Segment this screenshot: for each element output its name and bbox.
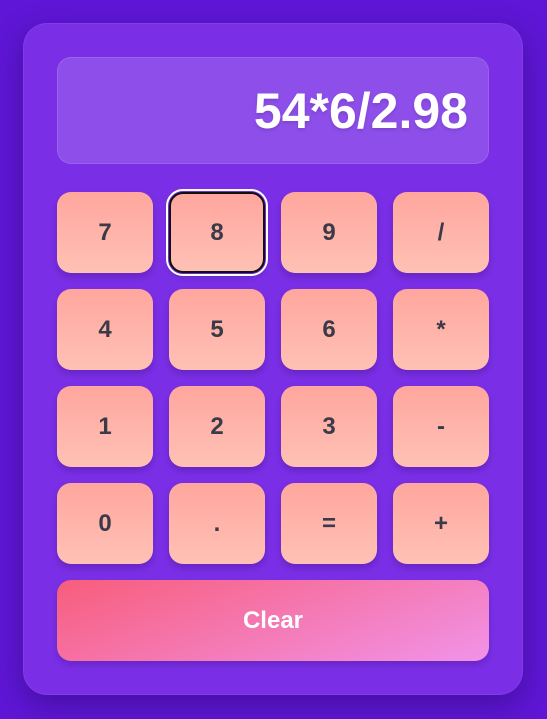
keypad: 7 8 9 / 4 5 6 * 1 2 3 - 0 . = + [57, 189, 489, 564]
key-5[interactable]: 5 [169, 289, 265, 370]
calculator-display: 54*6/2.98 [57, 57, 489, 164]
key-multiply[interactable]: * [393, 289, 489, 370]
key-divide[interactable]: / [393, 192, 489, 273]
key-6[interactable]: 6 [281, 289, 377, 370]
calculator-panel: 54*6/2.98 7 8 9 / 4 5 6 * 1 2 3 - 0 . = … [23, 23, 523, 695]
key-2[interactable]: 2 [169, 386, 265, 467]
key-decimal[interactable]: . [169, 483, 265, 564]
key-0[interactable]: 0 [57, 483, 153, 564]
key-9[interactable]: 9 [281, 192, 377, 273]
key-7[interactable]: 7 [57, 192, 153, 273]
key-3[interactable]: 3 [281, 386, 377, 467]
key-4[interactable]: 4 [57, 289, 153, 370]
clear-button[interactable]: Clear [57, 580, 489, 661]
key-1[interactable]: 1 [57, 386, 153, 467]
key-8[interactable]: 8 [166, 189, 268, 276]
display-value: 54*6/2.98 [253, 82, 468, 139]
key-equals[interactable]: = [281, 483, 377, 564]
key-subtract[interactable]: - [393, 386, 489, 467]
key-add[interactable]: + [393, 483, 489, 564]
